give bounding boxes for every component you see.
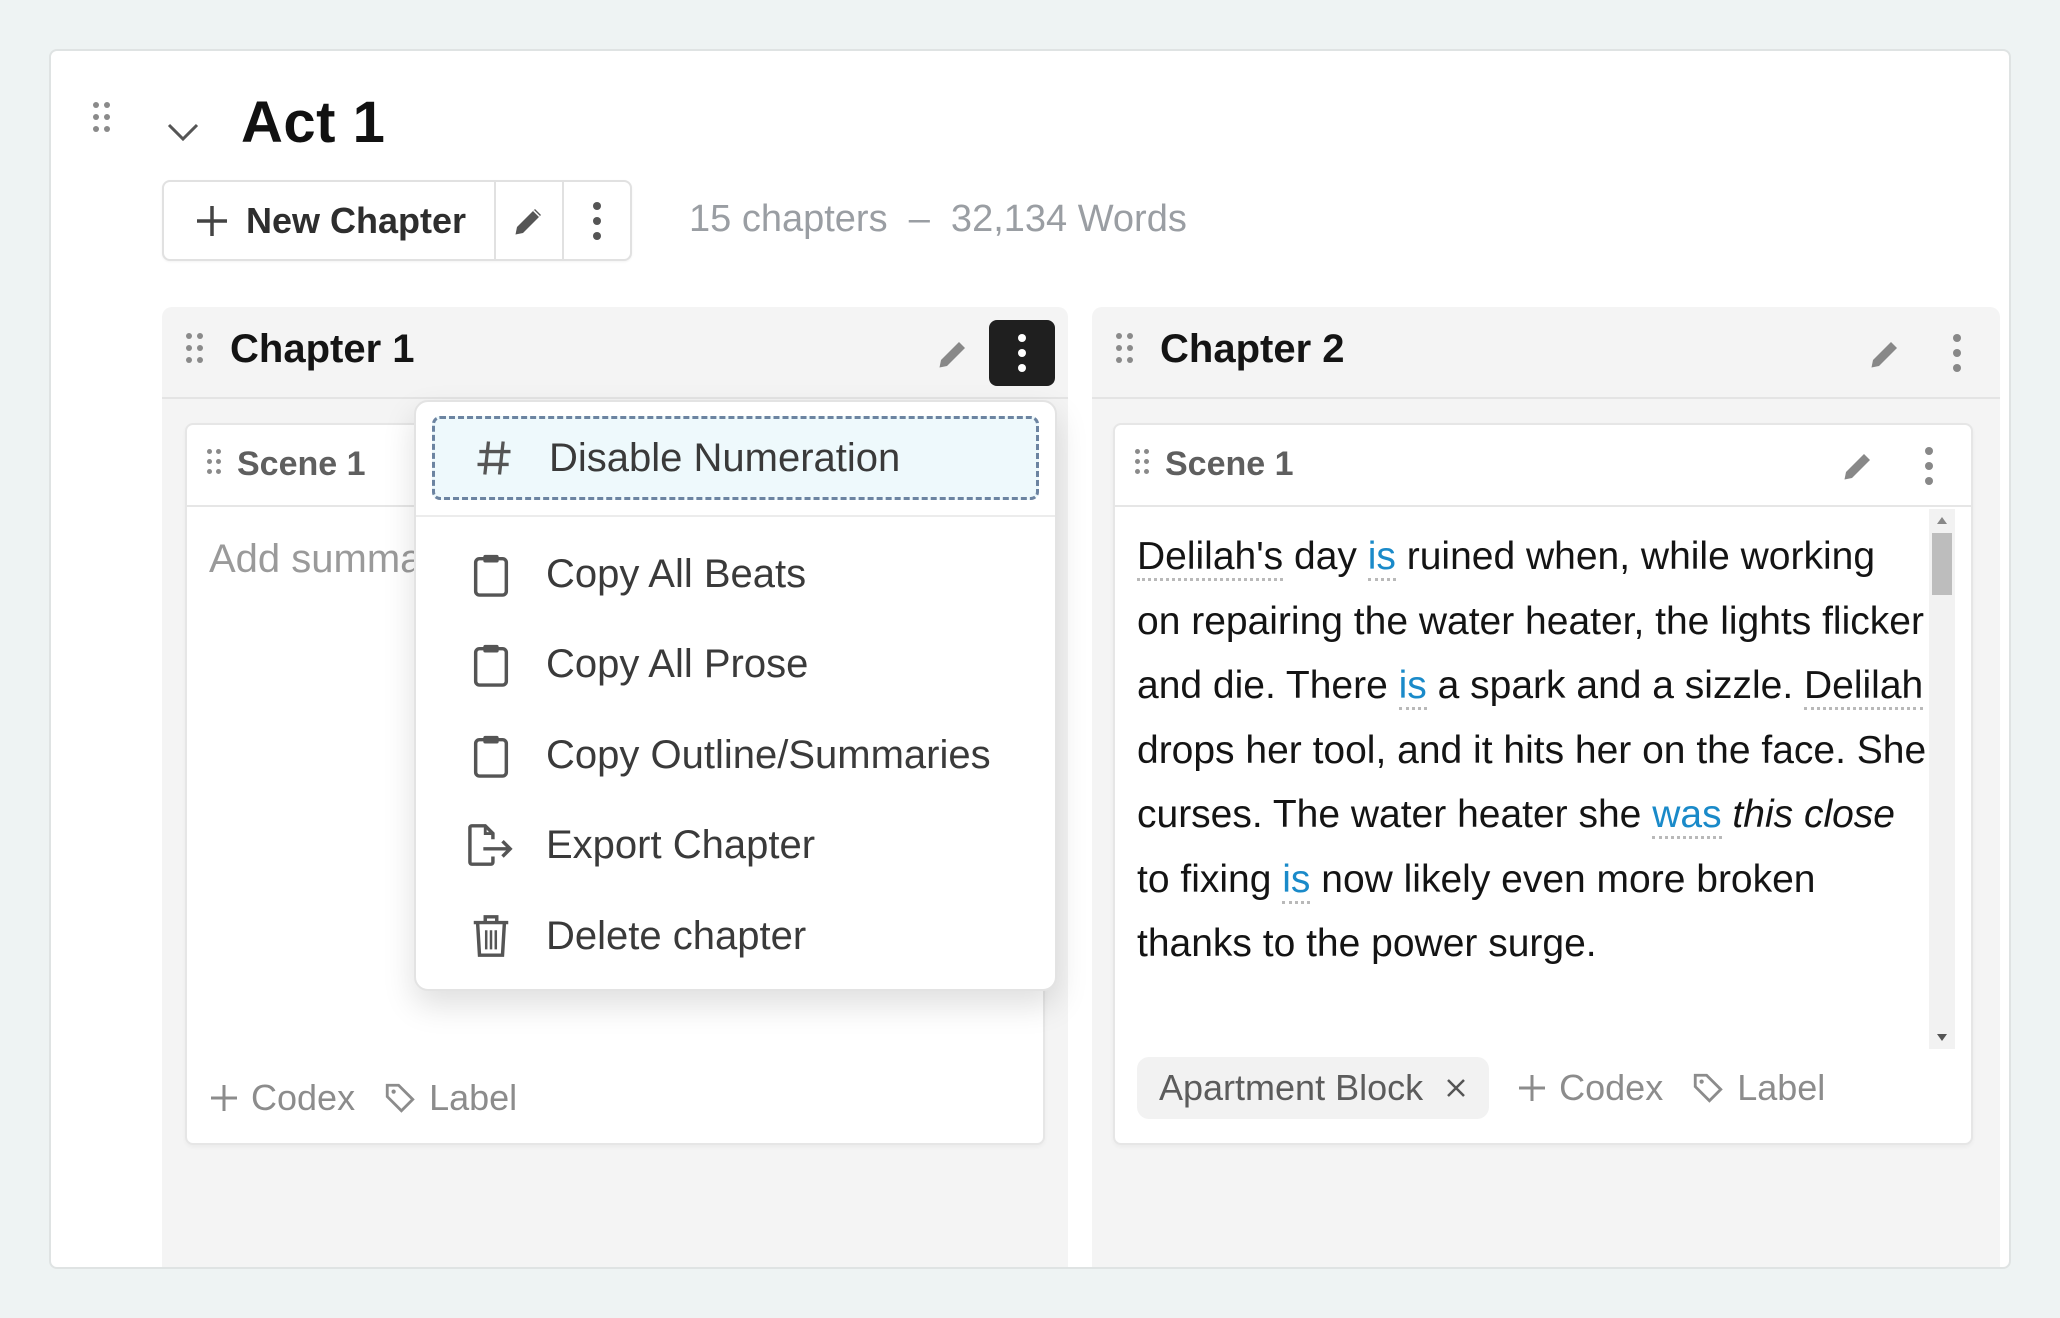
tag-icon: [1694, 1073, 1723, 1103]
prose-scrollbar[interactable]: [1929, 509, 1955, 1049]
act-title: Act 1: [241, 90, 386, 155]
more-vertical-icon: [1925, 447, 1933, 485]
style-highlight[interactable]: is: [1367, 535, 1396, 581]
chapter-context-menu: Disable Numeration Copy All Beats Copy A…: [414, 400, 1057, 991]
clipboard-icon: [456, 732, 526, 778]
add-label-button[interactable]: Label: [1691, 1067, 1825, 1109]
tag-label: Apartment Block: [1159, 1067, 1424, 1108]
prose-text: a spark and a sizzle.: [1426, 664, 1804, 707]
menu-item-copy-all-beats[interactable]: Copy All Beats: [432, 532, 1039, 616]
more-vertical-icon: [1953, 334, 1961, 372]
edit-act-button[interactable]: [496, 182, 562, 259]
plus-icon: [197, 205, 227, 236]
prose-emphasis: this close: [1732, 793, 1895, 836]
more-vertical-icon: [593, 201, 602, 240]
more-vertical-icon: [1018, 334, 1026, 372]
trash-icon: [456, 913, 526, 959]
chapter-header: Chapter 1: [162, 307, 1068, 399]
act-card: Act 1 New Chapter 15 chapters – 32,134 W…: [49, 49, 2011, 1269]
act-more-button[interactable]: [564, 182, 630, 259]
scroll-up-arrow-icon[interactable]: [1937, 517, 1947, 524]
hash-icon: [459, 436, 529, 480]
pencil-icon: [1844, 454, 1870, 480]
scene-drag-handle-icon[interactable]: [207, 449, 221, 474]
scene-card: Scene 1 Delilah's day is ruined when, wh…: [1113, 423, 1973, 1145]
label-label: Label: [429, 1077, 518, 1118]
pencil-icon: [939, 342, 965, 368]
scroll-down-arrow-icon[interactable]: [1937, 1034, 1947, 1041]
scene-title: Scene 1: [1165, 445, 1294, 483]
menu-item-export-chapter[interactable]: Export Chapter: [432, 803, 1039, 887]
edit-chapter-button[interactable]: [928, 329, 978, 379]
pencil-icon: [515, 208, 542, 234]
chapter-drag-handle-icon[interactable]: [186, 333, 203, 363]
chapter-title: Chapter 1: [230, 327, 415, 371]
clipboard-icon: [456, 551, 526, 597]
new-chapter-button[interactable]: New Chapter: [164, 182, 494, 259]
new-chapter-label: New Chapter: [246, 199, 467, 241]
style-highlight[interactable]: is: [1398, 664, 1427, 710]
pencil-icon: [1871, 342, 1897, 368]
plus-icon: [1519, 1075, 1546, 1101]
chapter-title: Chapter 2: [1160, 327, 1345, 371]
add-codex-button[interactable]: Codex: [1517, 1067, 1663, 1109]
act-stats: 15 chapters – 32,134 Words: [689, 198, 1187, 240]
menu-item-disable-numeration[interactable]: Disable Numeration: [432, 416, 1039, 500]
act-toolbar: New Chapter: [162, 180, 633, 261]
scene-prose[interactable]: Delilah's day is ruined when, while work…: [1137, 525, 1927, 1055]
edit-chapter-button[interactable]: [1860, 329, 1910, 379]
chevron-down-icon[interactable]: [165, 113, 201, 149]
add-label-button[interactable]: Label: [383, 1077, 517, 1119]
codex-tag-chip[interactable]: Apartment Block: [1137, 1057, 1490, 1119]
prose-text: to fixing: [1137, 857, 1283, 901]
add-codex-button[interactable]: Codex: [209, 1077, 355, 1119]
scene-more-button[interactable]: [1909, 441, 1949, 491]
scrollbar-thumb[interactable]: [1932, 533, 1952, 595]
export-icon: [456, 822, 526, 868]
scene-header: Scene 1: [1115, 425, 1971, 507]
prose-text: day: [1283, 535, 1368, 578]
style-highlight[interactable]: was: [1652, 793, 1722, 839]
clipboard-icon: [456, 641, 526, 687]
edit-scene-button[interactable]: [1833, 441, 1883, 491]
tag-icon: [385, 1083, 415, 1113]
label-label: Label: [1737, 1067, 1826, 1108]
scene-title: Scene 1: [237, 445, 366, 483]
codex-label: Codex: [251, 1077, 356, 1118]
scene-footer: Apartment Block Codex Label: [1137, 1057, 1825, 1119]
codex-mention[interactable]: Delilah: [1804, 664, 1924, 710]
prose-text: [1722, 793, 1733, 836]
scene-footer: Codex Label: [209, 1077, 517, 1119]
menu-item-copy-outline-summaries[interactable]: Copy Outline/Summaries: [432, 713, 1039, 797]
codex-mention[interactable]: Delilah's: [1137, 535, 1284, 581]
chapter-column: Chapter 2 Scene 1 Delilah's day is ruine…: [1092, 307, 2000, 1267]
chapter-more-button[interactable]: [989, 320, 1055, 386]
style-highlight[interactable]: is: [1282, 857, 1311, 904]
chapter-drag-handle-icon[interactable]: [1116, 333, 1133, 363]
chapter-more-button[interactable]: [1924, 320, 1990, 386]
chapter-header: Chapter 2: [1092, 307, 2000, 399]
menu-divider: [416, 515, 1055, 517]
menu-item-delete-chapter[interactable]: Delete chapter: [432, 894, 1039, 978]
plus-icon: [211, 1085, 237, 1111]
act-drag-handle-icon[interactable]: [93, 102, 110, 132]
close-icon[interactable]: [1445, 1077, 1467, 1099]
scene-drag-handle-icon[interactable]: [1135, 449, 1149, 474]
menu-item-copy-all-prose[interactable]: Copy All Prose: [432, 622, 1039, 706]
codex-label: Codex: [1559, 1067, 1664, 1108]
